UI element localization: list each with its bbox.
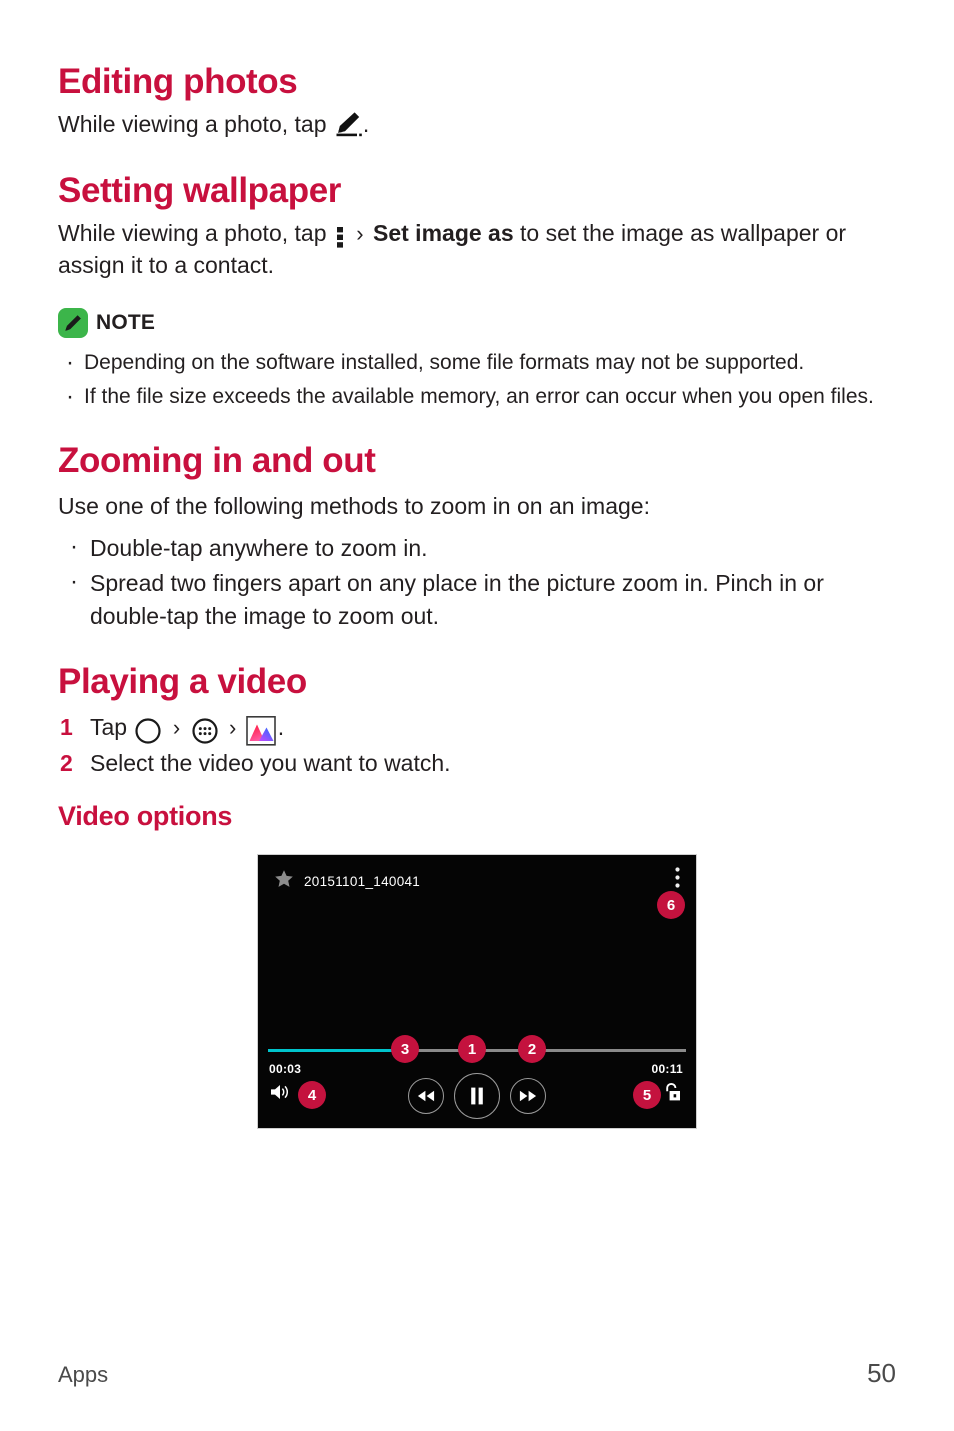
step-text-before: Tap xyxy=(90,713,128,740)
editing-photos-text-after: . xyxy=(362,111,370,138)
playing-video-steps: 1 Tap › › . 2 Select the video you want … xyxy=(58,710,896,781)
manual-page: Editing photos While viewing a photo, ta… xyxy=(0,0,954,1431)
zooming-intro: Use one of the following methods to zoom… xyxy=(58,492,650,519)
seek-fill xyxy=(268,1048,406,1053)
player-title-bar: 20151101_140041 xyxy=(274,869,420,894)
list-item: Spread two fingers apart on any place in… xyxy=(58,565,896,632)
apps-grid-icon xyxy=(190,716,220,746)
chevron-separator-1: › xyxy=(356,221,364,247)
list-item: 2 Select the video you want to watch. xyxy=(58,746,896,781)
section-title-playing-video: Playing a video xyxy=(58,662,307,702)
note-pencil-icon xyxy=(58,307,88,338)
footer-section-label: Apps xyxy=(58,1362,109,1387)
note-header: NOTE xyxy=(58,307,896,338)
subheading-video-options: Video options xyxy=(58,801,233,832)
note-list: Depending on the software installed, som… xyxy=(58,346,896,414)
list-item: Double-tap anywhere to zoom in. xyxy=(58,530,896,565)
step-text-after: . xyxy=(277,713,285,740)
chevron-separator-3: › xyxy=(228,714,237,740)
step-text: Select the video you want to watch. xyxy=(90,749,451,776)
chevron-separator-2: › xyxy=(172,714,181,740)
player-filename: 20151101_140041 xyxy=(304,874,421,890)
set-image-as-term: Set image as xyxy=(373,220,514,247)
zooming-list: Double-tap anywhere to zoom in. Spread t… xyxy=(58,530,896,632)
section-title-setting-wallpaper: Setting wallpaper xyxy=(58,170,341,210)
video-player-screenshot: 20151101_140041 00:03 00:11 1 2 3 4 5 6 xyxy=(257,854,697,1130)
list-item: Depending on the software installed, som… xyxy=(58,346,896,380)
section-title-editing-photos: Editing photos xyxy=(58,62,298,101)
list-item: If the file size exceeds the available m… xyxy=(58,380,896,414)
step-number: 2 xyxy=(60,749,73,776)
note-label: NOTE xyxy=(96,310,156,334)
pencil-edit-icon xyxy=(333,111,363,137)
callout-badge-6: 6 xyxy=(657,891,685,920)
callout-badge-1: 1 xyxy=(458,1035,486,1064)
fast-forward-button[interactable] xyxy=(510,1078,546,1115)
step-number: 1 xyxy=(60,713,73,740)
callout-badge-3: 3 xyxy=(391,1035,419,1064)
pause-button[interactable] xyxy=(454,1073,500,1120)
section-title-zooming: Zooming in and out xyxy=(58,441,376,481)
overflow-menu-icon xyxy=(333,224,347,250)
favorite-star-icon[interactable] xyxy=(274,869,294,894)
page-footer: Apps 50 xyxy=(58,1358,896,1389)
rewind-button[interactable] xyxy=(408,1078,444,1115)
editing-photos-paragraph: While viewing a photo, tap . xyxy=(58,109,896,141)
callout-badge-2: 2 xyxy=(518,1035,546,1064)
gallery-app-icon xyxy=(245,715,278,746)
video-player-figure: 20151101_140041 00:03 00:11 1 2 3 4 5 6 xyxy=(58,854,896,1130)
editing-photos-text-before: While viewing a photo, tap xyxy=(58,111,327,138)
setting-wallpaper-paragraph: While viewing a photo, tap › Set image a… xyxy=(58,218,896,282)
player-overflow-menu-icon[interactable] xyxy=(675,867,680,893)
home-circle-icon xyxy=(133,716,163,746)
list-item: 1 Tap › › . xyxy=(58,710,896,746)
footer-page-number: 50 xyxy=(867,1358,896,1388)
setting-wallpaper-text-1: While viewing a photo, tap xyxy=(58,220,327,247)
